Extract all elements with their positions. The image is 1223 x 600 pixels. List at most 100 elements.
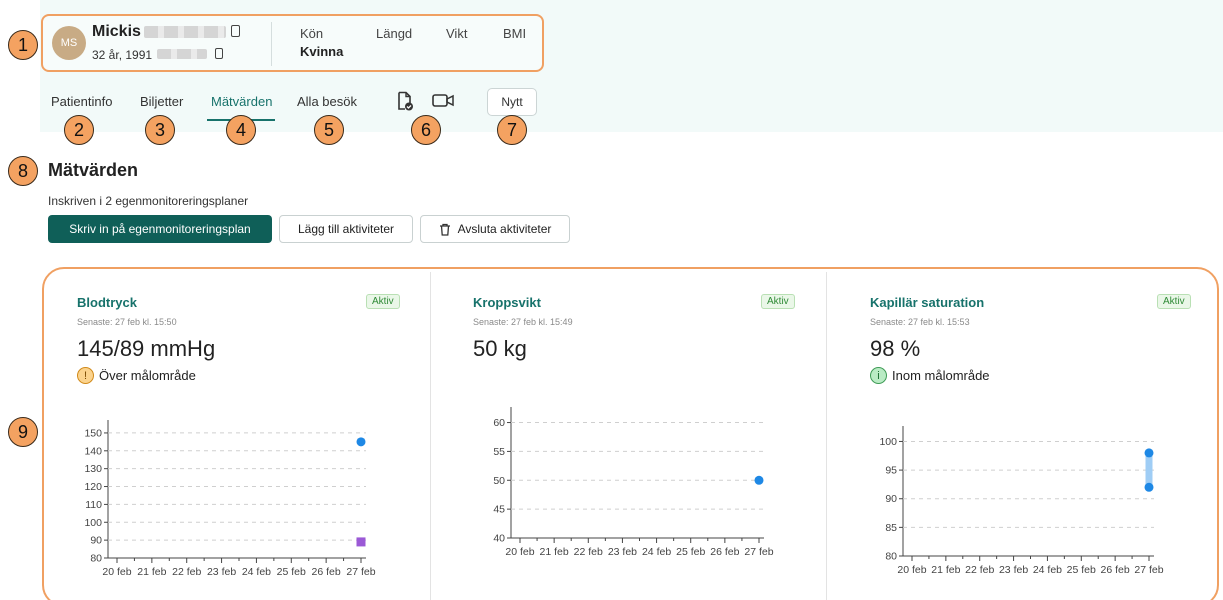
y-tick-label: 130 <box>84 463 102 475</box>
x-tick-label: 22 feb <box>172 566 201 578</box>
redacted-id <box>157 49 207 59</box>
card-value: 98 % <box>870 336 921 361</box>
y-tick-label: 120 <box>84 481 102 493</box>
x-tick-label: 20 feb <box>102 566 131 578</box>
status-badge: Aktiv <box>1157 294 1191 309</box>
y-tick-label: 40 <box>493 533 505 545</box>
y-tick-label: 90 <box>885 493 897 505</box>
callout-7: 7 <box>497 115 527 145</box>
avatar: MS <box>52 26 86 60</box>
y-tick-label: 110 <box>85 499 102 511</box>
x-tick-label: 27 feb <box>744 546 773 558</box>
patient-age: 32 år, 1991 <box>92 48 153 62</box>
chart-kroppsvikt: 40 45 50 55 60 20 feb 21 feb 22 feb 23 feb 24 feb… <box>493 407 774 558</box>
callout-3: 3 <box>145 115 175 145</box>
card-latest: Senaste: 27 feb kl. 15:49 <box>473 317 573 327</box>
y-tick-label: 100 <box>84 517 102 529</box>
add-activities-button[interactable]: Lägg till aktiviteter <box>279 215 413 243</box>
section-subtitle: Inskriven i 2 egenmonitoreringsplaner <box>48 194 249 208</box>
data-point <box>1144 448 1154 458</box>
enroll-plan-button[interactable]: Skriv in på egenmonitoreringsplan <box>48 215 272 243</box>
attr-label-vikt: Vikt <box>446 26 468 41</box>
attr-label-bmi: BMI <box>503 26 527 41</box>
section-title: Mätvärden <box>48 160 139 180</box>
x-tick-label: 26 feb <box>312 566 341 578</box>
x-tick-label: 24 feb <box>642 546 671 558</box>
card-latest: Senaste: 27 feb kl. 15:50 <box>77 317 177 327</box>
attr-value-kon: Kvinna <box>300 44 344 59</box>
warning-icon: ! <box>77 367 94 384</box>
data-point <box>356 537 366 547</box>
copy-name-icon[interactable] <box>231 25 240 37</box>
chart-blodtryck: 80 90 100 110 120 130 140 150 20 feb 21 feb 22 feb… <box>84 420 376 578</box>
x-tick-label: 21 feb <box>137 566 166 578</box>
callout-6: 6 <box>411 115 441 145</box>
chart-kapillar-saturation: 80 85 90 95 100 20 feb 21 feb 22 feb 23 feb 24 fe… <box>879 426 1164 576</box>
x-tick-label: 23 feb <box>999 564 1028 576</box>
y-tick-label: 140 <box>84 445 102 457</box>
card-kapillar-saturation[interactable]: Kapillär saturation Senaste: 27 feb kl. … <box>827 270 1217 600</box>
callout-8: 8 <box>8 156 38 186</box>
y-tick-label: 85 <box>885 522 897 534</box>
x-tick-label: 26 feb <box>710 546 739 558</box>
video-call-icon[interactable] <box>432 93 454 109</box>
card-blodtryck[interactable]: Blodtryck Senaste: 27 feb kl. 15:50 Akti… <box>44 270 429 600</box>
copy-id-icon[interactable] <box>215 48 223 59</box>
tab-patientinfo[interactable]: Patientinfo <box>51 94 112 109</box>
end-activities-label: Avsluta aktiviteter <box>457 222 552 236</box>
card-status: i Inom målområde <box>870 367 990 384</box>
y-tick-label: 80 <box>885 551 897 563</box>
x-tick-label: 26 feb <box>1101 564 1130 576</box>
end-activities-button[interactable]: Avsluta aktiviteter <box>420 215 570 243</box>
x-tick-label: 22 feb <box>965 564 994 576</box>
range-bar <box>1145 452 1153 488</box>
x-tick-label: 21 feb <box>931 564 960 576</box>
y-tick-label: 90 <box>90 535 102 547</box>
y-tick-label: 45 <box>493 504 505 516</box>
patient-name: Mickis <box>92 23 141 40</box>
card-value: 50 kg <box>473 336 527 361</box>
x-tick-label: 22 feb <box>574 546 603 558</box>
card-kroppsvikt[interactable]: Kroppsvikt Senaste: 27 feb kl. 15:49 Akt… <box>431 270 825 600</box>
callout-4: 4 <box>226 115 256 145</box>
y-tick-label: 50 <box>493 475 505 487</box>
status-badge: Aktiv <box>761 294 795 309</box>
new-button[interactable]: Nytt <box>487 88 537 116</box>
tab-alla-besok[interactable]: Alla besök <box>297 94 357 109</box>
x-tick-label: 20 feb <box>505 546 534 558</box>
x-tick-label: 27 feb <box>1134 564 1163 576</box>
trash-icon <box>439 223 450 236</box>
data-point <box>754 475 764 485</box>
attr-label-langd: Längd <box>376 26 413 41</box>
tab-matvarden[interactable]: Mätvärden <box>211 94 272 109</box>
redacted-surname <box>144 26 226 38</box>
card-status: ! Över målområde <box>77 367 196 384</box>
info-icon: i <box>870 367 887 384</box>
avatar-initials: MS <box>60 37 78 49</box>
callout-9: 9 <box>8 417 38 447</box>
card-title: Blodtryck <box>77 295 137 310</box>
card-status-text: Inom målområde <box>892 368 990 383</box>
x-tick-label: 24 feb <box>1033 564 1062 576</box>
document-check-icon[interactable] <box>396 91 414 111</box>
data-point <box>1144 482 1154 492</box>
callout-5: 5 <box>314 115 344 145</box>
y-tick-label: 100 <box>879 436 897 448</box>
x-tick-label: 25 feb <box>277 566 306 578</box>
data-point <box>356 437 366 447</box>
x-tick-label: 23 feb <box>608 546 637 558</box>
card-title: Kapillär saturation <box>870 295 985 310</box>
card-divider <box>271 22 272 66</box>
x-tick-label: 25 feb <box>1067 564 1096 576</box>
x-tick-label: 27 feb <box>346 566 375 578</box>
y-tick-label: 150 <box>84 427 102 439</box>
y-tick-label: 60 <box>493 417 505 429</box>
patient-card: MS Mickis 32 år, 1991 Kön Kvinna Längd V… <box>41 14 544 72</box>
card-value: 145/89 mmHg <box>77 336 216 361</box>
card-title: Kroppsvikt <box>473 295 541 310</box>
tab-biljetter[interactable]: Biljetter <box>140 94 183 109</box>
y-tick-label: 55 <box>493 446 505 458</box>
attr-label-kon: Kön <box>300 26 324 41</box>
x-tick-label: 25 feb <box>676 546 705 558</box>
x-tick-label: 20 feb <box>897 564 926 576</box>
